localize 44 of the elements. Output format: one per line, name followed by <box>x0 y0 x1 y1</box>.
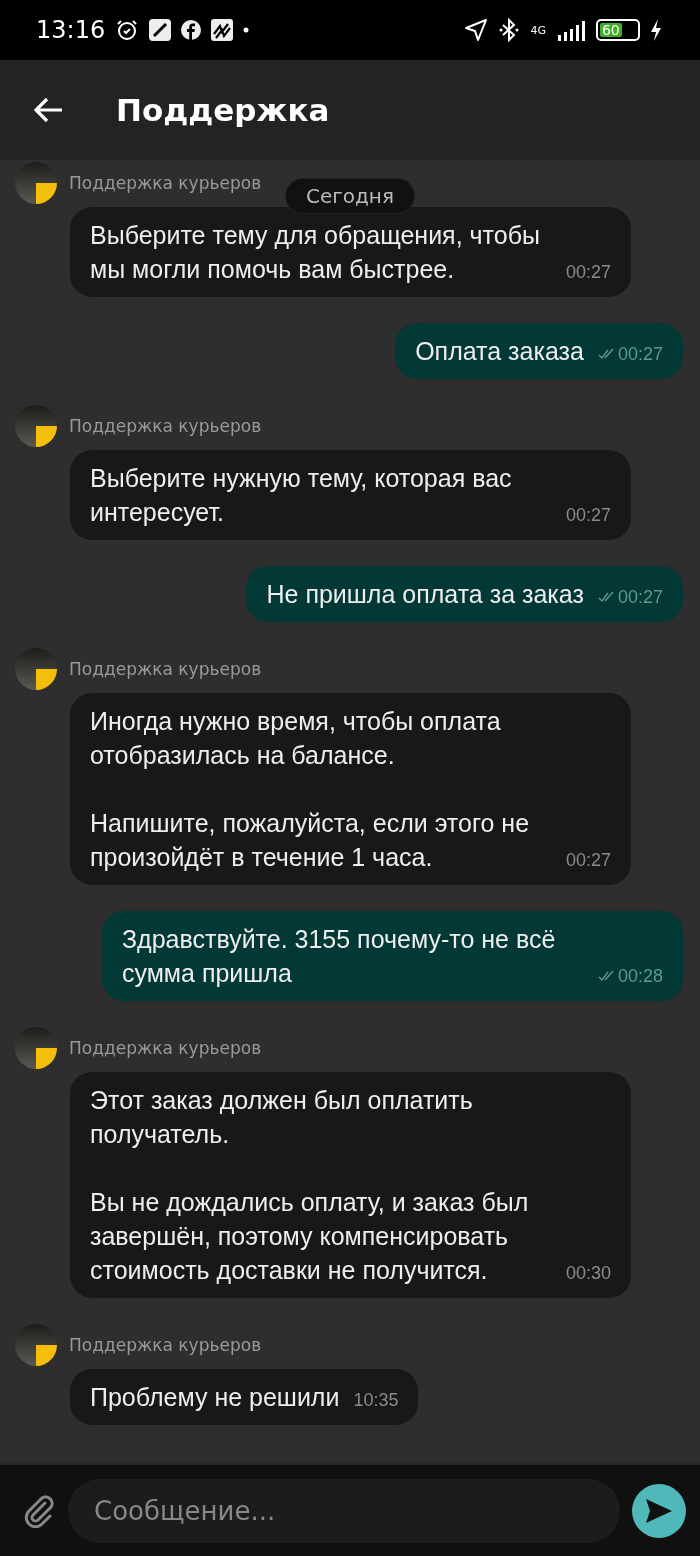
message-time: 00:27 <box>617 586 663 609</box>
sender-name: Поддержка курьеров <box>69 1335 262 1355</box>
message-time: 00:30 <box>566 1262 612 1285</box>
message-text: Не пришла оплата за заказ <box>266 579 584 610</box>
message-time: 00:27 <box>566 504 612 527</box>
send-icon <box>644 1496 674 1525</box>
sender-name: Поддержка курьеров <box>69 416 262 436</box>
avatar-icon <box>15 1324 57 1366</box>
network-type: 4G <box>530 24 546 36</box>
screen-title: Поддержка <box>116 92 330 128</box>
message-text: Здравствуйте. 3155 почему-то не всё сумма пришла <box>121 924 557 989</box>
app-icon <box>211 19 234 41</box>
avatar-icon <box>15 162 57 204</box>
send-button[interactable] <box>632 1483 686 1538</box>
message-input[interactable]: Сообщение... <box>68 1478 620 1543</box>
app-icon <box>149 19 172 41</box>
sender-name: Поддержка курьеров <box>69 1038 262 1058</box>
clock-time: 13:16 <box>36 16 106 44</box>
date-chip: Сегодня <box>285 178 415 214</box>
signal-icon <box>556 19 586 41</box>
message-text: Выберите тему для обращения, чтобы мы могли помочь вам быстрее. <box>90 220 541 285</box>
message-time: 00:28 <box>617 965 663 988</box>
charging-icon <box>650 19 662 41</box>
message-text: Оплата заказа <box>415 336 584 367</box>
message-time: 10:35 <box>353 1389 399 1412</box>
message-text: Проблему не решили <box>90 1382 340 1413</box>
message-text: Этот заказ должен был оплатить получатель. Вы не дождались оплату, и заказ был завершён, поэтому компенсировать стоимость доставки не получится. <box>90 1085 530 1286</box>
facebook-icon <box>181 20 202 40</box>
avatar-icon <box>15 648 57 690</box>
message-time: 00:27 <box>617 343 663 366</box>
battery-level: 60 <box>601 22 620 38</box>
message-time: 00:27 <box>566 849 612 872</box>
avatar-icon <box>15 405 57 447</box>
location-icon <box>464 18 489 42</box>
message-text: Выберите нужную тему, которая вас интересует. <box>90 463 513 528</box>
sender-name: Поддержка курьеров <box>69 173 262 193</box>
message-time: 00:27 <box>566 261 612 284</box>
bluetooth-icon <box>498 18 521 42</box>
back-button[interactable] <box>34 97 64 123</box>
avatar-icon <box>15 1027 57 1069</box>
attach-button[interactable] <box>24 1493 56 1528</box>
dot-icon <box>243 27 250 33</box>
message-text: Иногда нужно время, чтобы оплата отобразилась на балансе. Напишите, пожалуйста, если этого не произойдёт в течение 1 часа. <box>90 706 531 873</box>
sender-name: Поддержка курьеров <box>69 659 262 679</box>
